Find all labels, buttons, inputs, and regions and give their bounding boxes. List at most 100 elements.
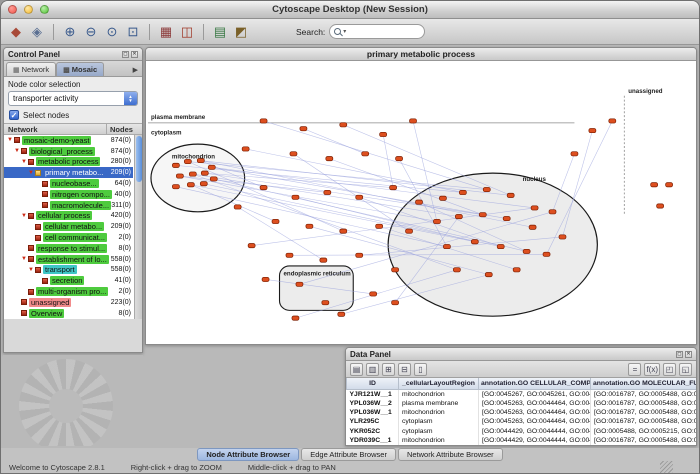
node-color-select[interactable]: transporter activity ▲▼: [8, 91, 138, 106]
graph-node[interactable]: [529, 225, 536, 229]
table-cell[interactable]: [GO:0005488, GO:0005215, GO:0003674]: [591, 426, 697, 435]
tree-row-secretion[interactable]: secretion41(0): [4, 275, 133, 286]
table-cell[interactable]: mitochondrion: [399, 408, 479, 417]
graph-node[interactable]: [439, 196, 446, 200]
graph-node[interactable]: [208, 165, 215, 169]
expander-icon[interactable]: ▼: [13, 148, 21, 154]
graph-node[interactable]: [370, 292, 377, 296]
table-row[interactable]: YKR052Ccytoplasm[GO:0044429, GO:0044444,…: [347, 426, 697, 435]
graph-node[interactable]: [322, 301, 329, 305]
graph-node[interactable]: [571, 152, 578, 156]
graph-node[interactable]: [210, 177, 217, 181]
table-row[interactable]: YPL036W__2plasma membrane[GO:0045263, GO…: [347, 399, 697, 408]
graph-node[interactable]: [609, 119, 616, 123]
search-box[interactable]: ▾: [329, 24, 425, 39]
save-session-icon[interactable]: ◈: [28, 23, 46, 41]
network-canvas[interactable]: plasma membranecytoplasmmitochondrionnuc…: [146, 61, 696, 344]
float-panel-button[interactable]: ◻: [122, 51, 129, 58]
graph-node[interactable]: [479, 213, 486, 217]
graph-node[interactable]: [549, 210, 556, 214]
tree-row-establishment-of-lo[interactable]: ▼establishment of lo...558(0): [4, 254, 133, 265]
table-cell[interactable]: [GO:0016787, GO:0005488, GO:0003824, G..…: [591, 417, 697, 426]
table-cell[interactable]: [GO:0044429, GO:0044444, GO:0044446, G..…: [479, 436, 591, 445]
vizmapper-icon[interactable]: ◩: [232, 23, 250, 41]
close-panel-button[interactable]: ✕: [131, 51, 138, 58]
column-header-id[interactable]: ID: [347, 378, 399, 389]
function-builder-icon[interactable]: f(x): [644, 363, 660, 376]
tab-network[interactable]: ▦Network: [6, 62, 56, 76]
tree-row-biological-process[interactable]: ▼biological_process874(0): [4, 146, 133, 157]
graph-node[interactable]: [172, 185, 179, 189]
zoom-selected-icon[interactable]: ⊙: [103, 23, 121, 41]
delete-attribute-icon[interactable]: ⊟: [398, 363, 411, 376]
graph-node[interactable]: [290, 152, 297, 156]
table-cell[interactable]: YLR295C: [347, 417, 399, 426]
graph-node[interactable]: [262, 277, 269, 281]
graph-node[interactable]: [187, 183, 194, 187]
table-cell[interactable]: [GO:0044429, GO:0044444, GO:0044446, G..…: [479, 426, 591, 435]
graph-node[interactable]: [272, 219, 279, 223]
zoom-window-button[interactable]: [40, 5, 49, 14]
tree-row-primary-metabo[interactable]: ▼primary metabo...209(0): [4, 167, 133, 178]
graph-node[interactable]: [390, 186, 397, 190]
graph-node[interactable]: [455, 214, 462, 218]
tree-row-cellular-process[interactable]: ▼cellular process420(0): [4, 211, 133, 222]
tree-row-mosaic-demo-yeast[interactable]: ▼mosaic-demo-yeast874(0): [4, 135, 133, 146]
open-session-icon[interactable]: ◆: [7, 23, 25, 41]
create-network-icon[interactable]: ◫: [178, 23, 196, 41]
tree-row-unassigned[interactable]: unassigned223(0): [4, 297, 133, 308]
table-cell[interactable]: cytoplasm: [399, 417, 479, 426]
graph-node[interactable]: [380, 132, 387, 136]
tree-row-response-to-stimul[interactable]: response to stimul...8(0): [4, 243, 133, 254]
select-attributes-icon[interactable]: ▤: [350, 363, 363, 376]
table-row[interactable]: YJR121W__1mitochondrion[GO:0045267, GO:0…: [347, 389, 697, 398]
table-cell[interactable]: [GO:0045263, GO:0044464, GO:0044444, G..…: [479, 408, 591, 417]
graph-node[interactable]: [507, 193, 514, 197]
graph-node[interactable]: [242, 147, 249, 151]
expander-icon[interactable]: ▼: [20, 159, 28, 165]
tree-row-cellular-metabo[interactable]: cellular metabo...209(0): [4, 221, 133, 232]
combo-arrows-icon[interactable]: ▲▼: [124, 92, 137, 105]
graph-node[interactable]: [459, 190, 466, 194]
zoom-out-icon[interactable]: ⊖: [82, 23, 100, 41]
graph-node[interactable]: [453, 268, 460, 272]
expander-icon[interactable]: ▼: [20, 213, 28, 219]
graph-node[interactable]: [485, 272, 492, 276]
minimize-window-button[interactable]: [24, 5, 33, 14]
graph-node[interactable]: [340, 123, 347, 127]
graph-node[interactable]: [657, 204, 664, 208]
column-header-annotation-go-molecular-function[interactable]: annotation.GO MOLECULAR_FUNCTION: [591, 378, 697, 389]
graph-node[interactable]: [416, 200, 423, 204]
tree-row-multi-organism-pro[interactable]: multi-organism pro...2(0): [4, 286, 133, 297]
table-cell[interactable]: [GO:0045263, GO:0044464, GO:0044444, G..…: [479, 417, 591, 426]
column-header-cellularlayoutregion[interactable]: _cellularLayoutRegion: [399, 378, 479, 389]
table-cell[interactable]: plasma membrane: [399, 399, 479, 408]
graph-node[interactable]: [189, 172, 196, 176]
open-attribute-file-icon[interactable]: ◱: [679, 363, 692, 376]
graph-node[interactable]: [651, 183, 658, 187]
graph-node[interactable]: [523, 249, 530, 253]
graph-node[interactable]: [176, 174, 183, 178]
table-cell[interactable]: [GO:0016787, GO:0005488, GO:0005215, G..…: [591, 399, 697, 408]
graph-node[interactable]: [376, 224, 383, 228]
tree-scrollbar[interactable]: [134, 135, 142, 319]
tree-row-macromolecule[interactable]: macromolecule...311(0): [4, 200, 133, 211]
graph-node[interactable]: [362, 152, 369, 156]
import-attributes-icon[interactable]: ◰: [663, 363, 676, 376]
graph-node[interactable]: [340, 229, 347, 233]
search-input[interactable]: [348, 27, 420, 36]
graph-node[interactable]: [497, 244, 504, 248]
graph-node[interactable]: [292, 195, 299, 199]
graph-node[interactable]: [292, 316, 299, 320]
tab-mosaic[interactable]: ▩Mosaic: [56, 62, 104, 76]
graph-node[interactable]: [406, 229, 413, 233]
zoom-in-icon[interactable]: ⊕: [61, 23, 79, 41]
column-header-annotation-go-cellular-component[interactable]: annotation.GO CELLULAR_COMPONENT: [479, 378, 591, 389]
graph-node[interactable]: [296, 282, 303, 286]
graph-node[interactable]: [559, 235, 566, 239]
table-cell[interactable]: [GO:0016787, GO:0005488, GO:0005215, G..…: [591, 389, 697, 398]
table-row[interactable]: YLR295Ccytoplasm[GO:0045263, GO:0044464,…: [347, 417, 697, 426]
table-cell[interactable]: [GO:0045267, GO:0045261, GO:0044444, G..…: [479, 389, 591, 398]
network-view-titlebar[interactable]: primary metabolic process: [146, 48, 696, 61]
graph-node[interactable]: [396, 157, 403, 161]
